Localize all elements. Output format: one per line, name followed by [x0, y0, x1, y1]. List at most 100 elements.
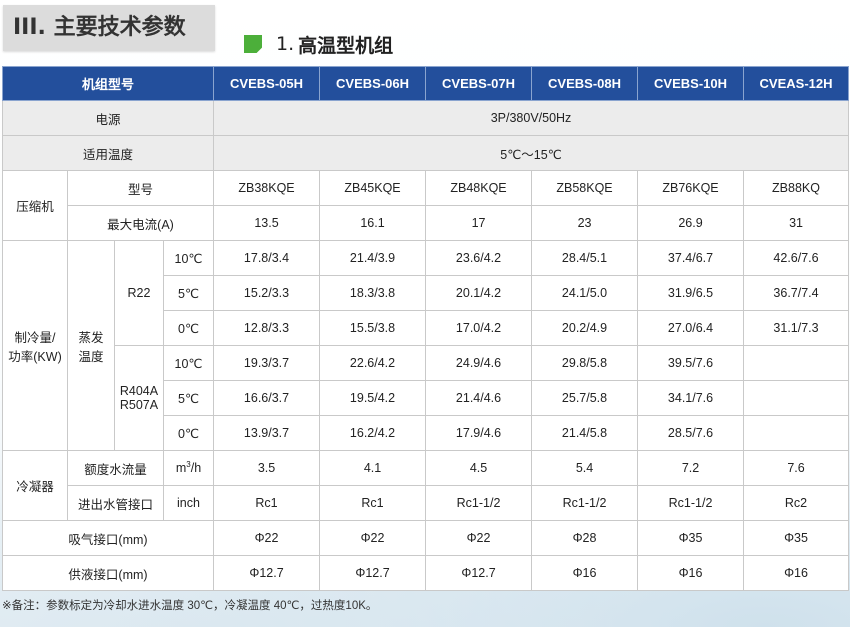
- table-cell: Φ12.7: [213, 555, 321, 591]
- table-cell: Φ28: [531, 520, 639, 556]
- evap-temp: 10℃: [162, 240, 215, 276]
- table-cell: ZB88KQ: [743, 170, 850, 206]
- evap-label-line2: 温度: [78, 349, 104, 364]
- table-cell: 28.5/7.6: [637, 415, 745, 451]
- table-cell: 15.2/3.3: [213, 275, 321, 311]
- cooling-label: 制冷量/ 功率(KW): [2, 240, 68, 451]
- header-label: 机组型号: [1, 66, 215, 101]
- table-cell: 24.9/4.6: [425, 345, 533, 381]
- table-cell: Φ22: [319, 520, 427, 556]
- table-cell: 21.4/3.9: [319, 240, 427, 276]
- table-cell: [743, 415, 850, 451]
- table-cell: [743, 345, 850, 381]
- liquid-row: 供液接口(mm) Φ12.7 Φ12.7 Φ12.7 Φ16 Φ16 Φ16: [1, 555, 850, 591]
- table-cell: 23: [531, 205, 639, 241]
- table-cell: 5.4: [531, 450, 639, 486]
- subtitle-number: 1.: [276, 33, 295, 55]
- spec-table: 机组型号 CVEBS-05H CVEBS-06H CVEBS-07H CVEBS…: [1, 66, 850, 591]
- flow-unit-tail: /h: [190, 461, 202, 476]
- power-row: 电源 3P/380V/50Hz: [1, 100, 850, 136]
- table-cell: 19.5/4.2: [319, 380, 427, 416]
- power-label: 电源: [1, 100, 215, 136]
- compressor-label: 压缩机: [2, 170, 68, 241]
- compressor-current-label: 最大电流(A): [66, 205, 215, 241]
- condenser-label: 冷凝器: [2, 450, 68, 521]
- table-cell: Φ16: [637, 555, 745, 591]
- table-cell: Φ12.7: [319, 555, 427, 591]
- table-cell: 13.5: [213, 205, 321, 241]
- flow-unit-base: m: [175, 461, 187, 476]
- cooling-label-line2: 功率(KW): [8, 349, 62, 364]
- subtitle: 1. 高温型机组: [244, 31, 393, 57]
- table-cell: 19.3/3.7: [213, 345, 321, 381]
- green-marker-icon: [244, 35, 262, 53]
- cooling-row: 制冷量/ 功率(KW) 蒸发 温度 R22 10℃ 17.8/3.4 21.4/…: [2, 240, 850, 451]
- table-cell: 20.1/4.2: [425, 275, 533, 311]
- table-cell: 37.4/6.7: [637, 240, 745, 276]
- condenser-pipe-row: 进出水管接口 inch Rc1 Rc1 Rc1-1/2 Rc1-1/2 Rc1-…: [2, 485, 850, 521]
- table-cell: 17.9/4.6: [425, 415, 533, 451]
- suction-row: 吸气接口(mm) Φ22 Φ22 Φ22 Φ28 Φ35 Φ35: [1, 520, 850, 556]
- table-cell: Φ12.7: [425, 555, 533, 591]
- table-cell: 13.9/3.7: [213, 415, 321, 451]
- table-cell: 7.2: [637, 450, 745, 486]
- table-cell: Rc1-1/2: [637, 485, 745, 521]
- table-cell: Φ22: [425, 520, 533, 556]
- subtitle-text: 高温型机组: [298, 34, 394, 57]
- table-cell: Rc1-1/2: [531, 485, 639, 521]
- table-cell: 16.1: [319, 205, 427, 241]
- table-cell: 28.4/5.1: [531, 240, 639, 276]
- r404a-label: R404A: [119, 384, 159, 398]
- refrigerant-r404a-label: R404A R507A: [114, 345, 164, 451]
- table-cell: 12.8/3.3: [213, 310, 321, 346]
- table-cell: 27.0/6.4: [637, 310, 745, 346]
- table-cell: 22.6/4.2: [319, 345, 427, 381]
- table-cell: 16.2/4.2: [319, 415, 427, 451]
- table-cell: Φ16: [743, 555, 850, 591]
- table-cell: ZB58KQE: [531, 170, 639, 206]
- table-cell: 31: [743, 205, 850, 241]
- power-value: 3P/380V/50Hz: [213, 100, 850, 136]
- table-cell: Φ35: [743, 520, 850, 556]
- cooling-label-line1: 制冷量/: [14, 330, 56, 345]
- temp-range-value: 5℃～15℃: [213, 135, 850, 171]
- cooling-row: R404A R507A 10℃ 19.3/3.7 22.6/4.2 24.9/4…: [2, 345, 850, 451]
- table-cell: 34.1/7.6: [637, 380, 745, 416]
- table-cell: 25.7/5.8: [531, 380, 639, 416]
- table-cell: 26.9: [637, 205, 745, 241]
- evap-label-line1: 蒸发: [78, 330, 104, 345]
- liquid-label: 供液接口(mm): [1, 555, 215, 591]
- model-header: CVEBS-10H: [637, 66, 745, 101]
- table-cell: Rc1-1/2: [425, 485, 533, 521]
- model-header: CVEBS-08H: [531, 66, 639, 101]
- table-cell: 4.5: [425, 450, 533, 486]
- evap-temp: 5℃: [162, 380, 215, 416]
- model-header: CVEBS-05H: [213, 66, 321, 101]
- table-cell: Φ35: [637, 520, 745, 556]
- table-cell: 17.8/3.4: [213, 240, 321, 276]
- table-cell: 24.1/5.0: [531, 275, 639, 311]
- refrigerant-r22-label: R22: [114, 240, 164, 346]
- evap-temp: 5℃: [162, 275, 215, 311]
- footnote: ※备注：参数标定为冷却水进水温度 30℃，冷凝温度 40℃，过热度10K。: [2, 600, 378, 612]
- table-cell: ZB48KQE: [425, 170, 533, 206]
- table-cell: [743, 380, 850, 416]
- table-cell: Rc2: [743, 485, 850, 521]
- table-cell: 29.8/5.8: [531, 345, 639, 381]
- header-row: 机组型号 CVEBS-05H CVEBS-06H CVEBS-07H CVEBS…: [1, 66, 850, 101]
- flow-label: 额度水流量: [67, 450, 164, 486]
- table-cell: Rc1: [319, 485, 427, 521]
- table-cell: 3.5: [213, 450, 321, 486]
- compressor-model-label: 型号: [66, 170, 215, 206]
- section-title: III. 主要技术参数: [3, 5, 215, 51]
- evap-temp: 0℃: [162, 415, 215, 451]
- suction-label: 吸气接口(mm): [1, 520, 215, 556]
- compressor-model-row: 压缩机 型号 ZB38KQE ZB45KQE ZB48KQE ZB58KQE Z…: [2, 170, 850, 241]
- compressor-current-row: 最大电流(A) 13.5 16.1 17 23 26.9 31: [2, 205, 850, 241]
- model-header: CVEAS-12H: [743, 66, 850, 101]
- model-header: CVEBS-06H: [319, 66, 427, 101]
- table-cell: 15.5/3.8: [319, 310, 427, 346]
- table-cell: ZB45KQE: [319, 170, 427, 206]
- table-cell: 17: [425, 205, 533, 241]
- flow-unit: m3/h: [162, 450, 215, 486]
